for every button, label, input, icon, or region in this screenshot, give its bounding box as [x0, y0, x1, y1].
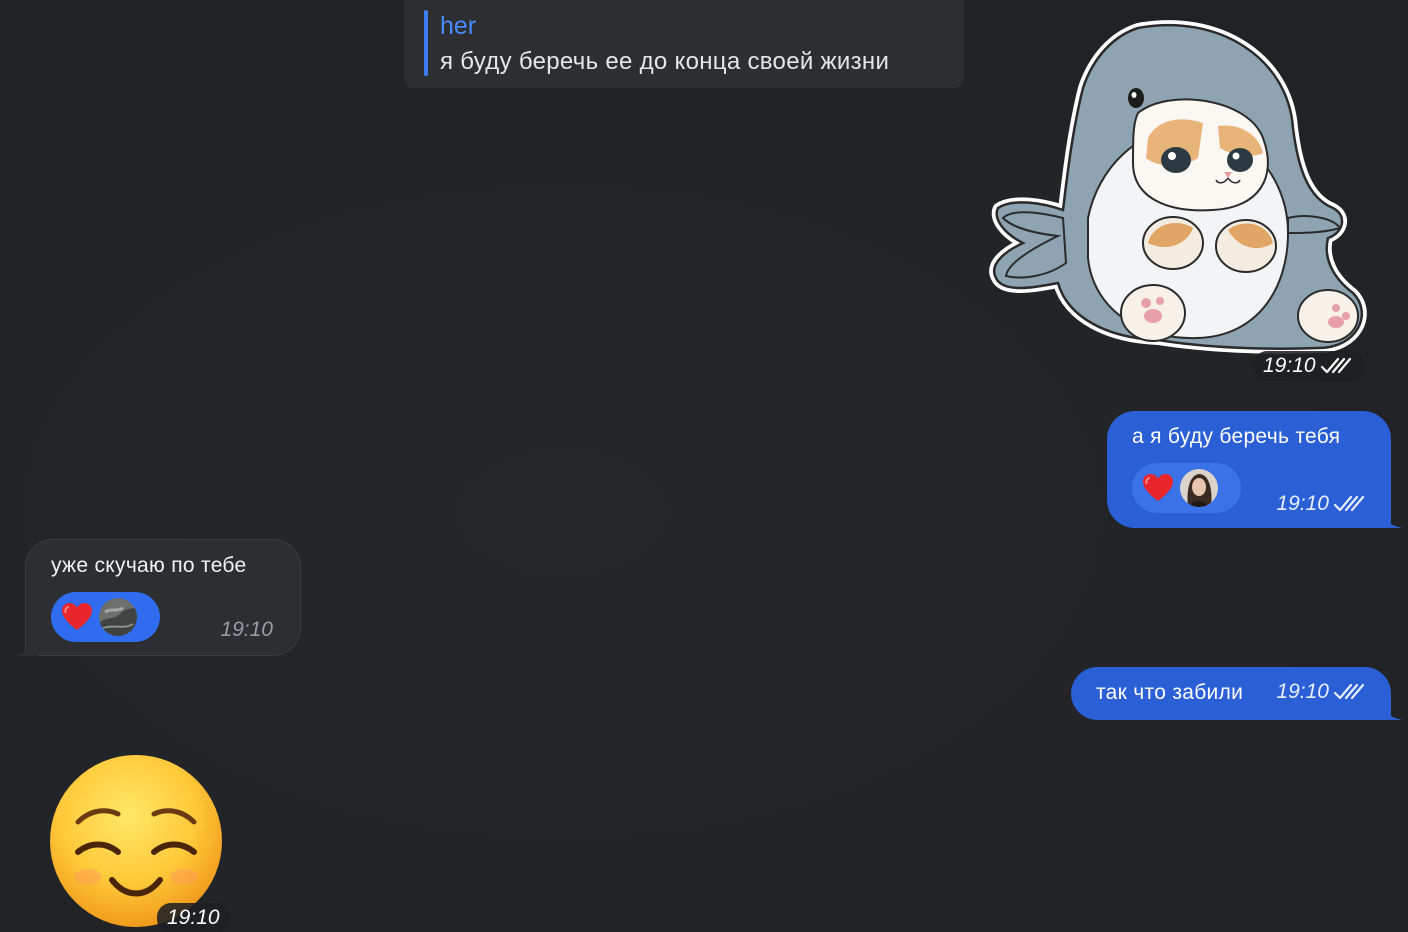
heart-icon — [1143, 474, 1173, 501]
sticker-timestamp: 19:10 — [1253, 351, 1364, 381]
read-checks-icon — [1333, 683, 1365, 700]
reaction-chip[interactable] — [1132, 463, 1241, 513]
quote-accent-bar — [424, 10, 428, 76]
bubble-tail — [1377, 506, 1403, 528]
message-time-text: 19:10 — [1276, 680, 1329, 703]
emoji-time-text: 19:10 — [167, 906, 220, 929]
bubble-tail — [13, 634, 39, 656]
heart-icon — [62, 603, 92, 630]
bubble-tail — [1377, 698, 1403, 720]
message-timestamp: 19:10 — [1276, 492, 1367, 516]
reaction-chip[interactable] — [51, 592, 160, 642]
message-timestamp: 19:10 — [1276, 680, 1367, 704]
sticker-time-text: 19:10 — [1263, 354, 1316, 377]
read-checks-icon — [1320, 357, 1351, 374]
quote-text: я буду беречь ее до конца своей жизни — [440, 48, 890, 75]
message-text: а я буду беречь тебя — [1132, 425, 1341, 448]
reactor-avatar — [1180, 469, 1218, 507]
read-checks-icon — [1333, 495, 1365, 512]
incoming-message[interactable]: уже скучаю по тебе 19:10 — [13, 539, 301, 656]
outgoing-message[interactable]: так что забили 19:10 — [1071, 667, 1403, 720]
emoji-timestamp: 19:10 — [157, 903, 230, 932]
outgoing-message[interactable]: а я буду беречь тебя 19:10 — [1107, 411, 1403, 528]
quoted-message[interactable]: her я буду беречь ее до конца своей жизн… — [404, 0, 964, 88]
shark-cat-sticker-icon[interactable] — [988, 18, 1378, 363]
quote-author: her — [440, 12, 477, 40]
message-timestamp: 19:10 — [220, 618, 273, 641]
message-text: так что забили — [1096, 681, 1244, 704]
reactor-avatar — [99, 598, 137, 636]
chat-area: her я буду беречь ее до конца своей жизн… — [0, 0, 1408, 932]
message-time-text: 19:10 — [1276, 492, 1329, 515]
message-text: уже скучаю по тебе — [51, 554, 247, 577]
